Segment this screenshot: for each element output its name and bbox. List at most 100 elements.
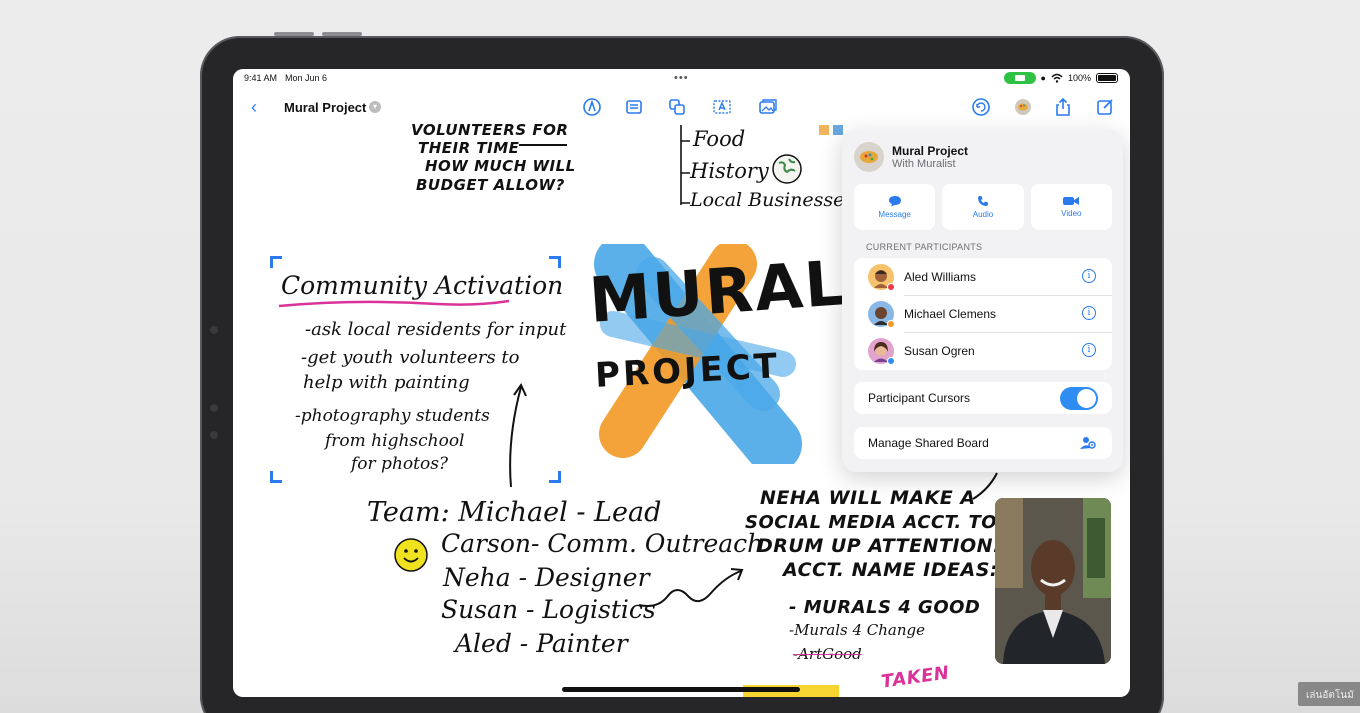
phone-icon [977, 196, 988, 206]
topic-history[interactable]: History [690, 159, 769, 183]
participant-row[interactable]: Aled Williams i [854, 258, 1112, 295]
manage-shared-board-label: Manage Shared Board [868, 436, 989, 450]
side-sensor [210, 326, 218, 334]
shapes-icon[interactable] [667, 97, 687, 117]
chevron-down-icon[interactable]: ▾ [369, 101, 381, 113]
avatar [868, 337, 895, 365]
tree-branch-stroke [680, 125, 690, 205]
popover-subtitle: With Muralist [892, 158, 956, 170]
cursor-color-dot [887, 319, 895, 328]
multitasking-dots[interactable]: ••• [674, 72, 689, 84]
neha-line: SOCIAL MEDIA ACCT. TO [745, 512, 998, 533]
audio-button[interactable]: Audio [942, 184, 1024, 230]
video-button[interactable]: Video [1030, 184, 1112, 230]
neha-line: ACCT. NAME IDEAS: [783, 559, 998, 581]
team-line: Team: Michael - Lead [367, 497, 662, 528]
side-sensor [210, 404, 218, 412]
wifi-icon [1051, 73, 1063, 83]
participants-section-label: CURRENT PARTICIPANTS [866, 242, 983, 252]
side-sensor [210, 431, 218, 439]
idea-line: - MURALS 4 GOOD [789, 597, 981, 618]
activation-item: from highschool [325, 431, 465, 451]
idea-line-struck: -ArtGood [793, 645, 862, 663]
home-indicator[interactable] [562, 687, 800, 692]
video-camera-icon [1063, 197, 1080, 205]
neha-line: DRUM UP ATTENTION. [757, 535, 1001, 557]
audio-label: Audio [972, 210, 994, 219]
new-board-icon[interactable] [1095, 97, 1115, 117]
avatar [868, 300, 895, 328]
question-line: VOLUNTEERS FOR [411, 121, 569, 139]
undo-icon[interactable] [971, 97, 991, 117]
pen-tool-icon[interactable] [582, 97, 602, 117]
participant-cursors-row: Participant Cursors [854, 382, 1112, 414]
battery-percent: 100% [1067, 73, 1091, 83]
globe-sticker-icon[interactable] [771, 153, 803, 185]
participant-name: Michael Clemens [904, 306, 997, 321]
board-title[interactable]: Mural Project [284, 100, 366, 115]
smiley-sticker-icon[interactable] [393, 537, 429, 573]
info-icon[interactable]: i [1082, 343, 1096, 357]
question-line: HOW MUCH WILL [425, 157, 576, 175]
team-line: Carson- Comm. Outreach [441, 529, 764, 558]
participants-list: Aled Williams i Michael Clemens i Susan … [854, 258, 1112, 370]
text-box-icon[interactable] [712, 97, 732, 117]
activation-item: -photography students [295, 406, 490, 426]
selection-handle[interactable] [549, 471, 561, 483]
status-bar: 9:41 AM Mon Jun 6 [244, 73, 327, 83]
manage-shared-board-row[interactable]: Manage Shared Board [854, 427, 1112, 459]
taken-label: TAKEN [879, 662, 951, 693]
cursor-color-dot [887, 356, 895, 365]
popover-header: Mural Project With Muralist [854, 142, 968, 172]
activation-item: -get youth volunteers to [301, 347, 520, 368]
status-indicators: ● 100% [1003, 72, 1118, 84]
signal-icon: ● [1040, 73, 1046, 83]
activation-item: for photos? [351, 454, 449, 474]
participant-row[interactable]: Michael Clemens i [854, 295, 1112, 332]
watermark-label: เล่นอัตโนมั [1298, 682, 1360, 706]
board-thumbnail-icon [854, 142, 884, 172]
selection-handle[interactable] [549, 256, 561, 268]
participant-name: Aled Williams [904, 269, 977, 284]
share-icon[interactable] [1053, 97, 1073, 117]
volume-button [322, 32, 362, 36]
connector-stroke [972, 472, 998, 500]
info-icon[interactable]: i [1082, 306, 1096, 320]
sticky-note-icon[interactable] [624, 97, 644, 117]
people-settings-icon [1080, 437, 1096, 449]
neha-line: NEHA WILL MAKE A [760, 487, 976, 509]
communication-actions: Message Audio Video [854, 184, 1112, 230]
selection-handle[interactable] [270, 471, 282, 483]
message-label: Message [878, 210, 911, 219]
status-date: Mon Jun 6 [285, 73, 328, 83]
video-label: Video [1061, 209, 1082, 218]
topic-food[interactable]: Food [693, 127, 745, 151]
arrow-up-stroke [509, 382, 527, 488]
activation-item: -ask local residents for input [305, 319, 567, 340]
info-icon[interactable]: i [1082, 269, 1096, 283]
question-line: THEIR TIME [418, 139, 520, 157]
underline-stroke [519, 144, 567, 146]
squiggle-arrow-stroke [638, 568, 744, 607]
video-feed [995, 498, 1111, 664]
share-popover: Mural Project With Muralist Message Audi… [842, 130, 1123, 472]
collaborator-avatar-icon[interactable] [1013, 97, 1033, 117]
avatar [868, 263, 895, 291]
status-time: 9:41 AM [244, 73, 278, 83]
idea-line: -Murals 4 Change [789, 621, 925, 639]
activation-item: help with painting [303, 372, 470, 393]
participant-cursors-toggle[interactable] [1060, 387, 1098, 410]
team-line: Neha - Designer [443, 563, 650, 592]
back-chevron-icon[interactable]: ‹ [251, 97, 257, 118]
facetime-video-tile[interactable] [995, 498, 1111, 664]
media-icon[interactable] [758, 97, 778, 117]
activation-title: Community Activation [281, 271, 564, 300]
participant-row[interactable]: Susan Ogren i [854, 332, 1112, 369]
message-button[interactable]: Message [854, 184, 936, 230]
volume-button [274, 32, 314, 36]
participant-name: Susan Ogren [904, 343, 975, 358]
popover-title: Mural Project [892, 144, 969, 158]
selection-handle[interactable] [270, 256, 282, 268]
topic-local-businesses[interactable]: Local Businesses [690, 189, 854, 211]
camera-in-use-icon [1003, 72, 1036, 84]
